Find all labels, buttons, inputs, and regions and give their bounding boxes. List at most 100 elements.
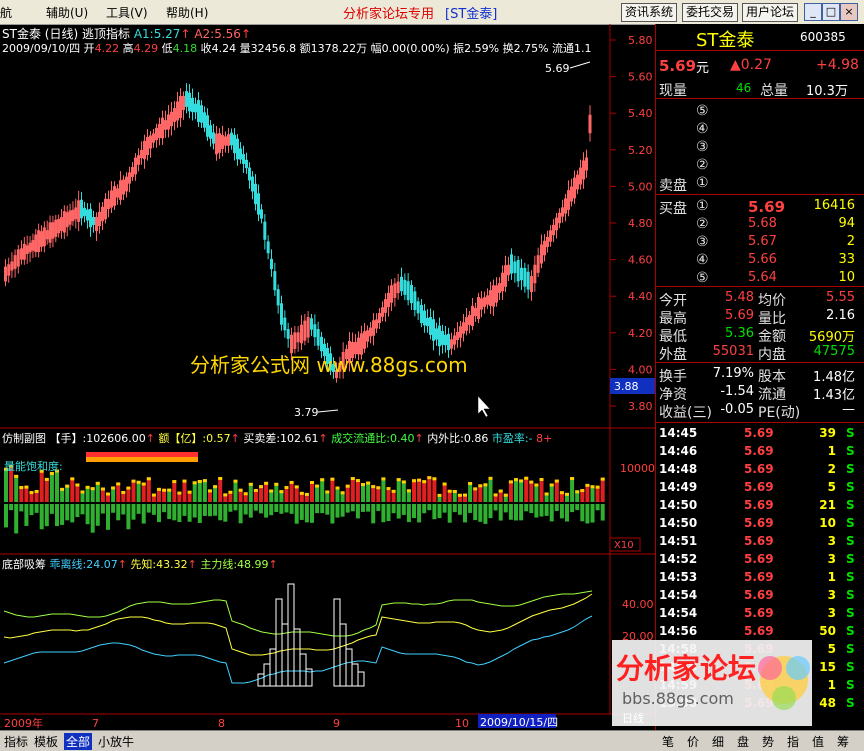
- total-vol-label: 总量: [760, 83, 788, 99]
- candle-body: [273, 271, 277, 291]
- right-tab[interactable]: 指: [787, 733, 799, 750]
- info-close: 收4.24: [200, 42, 237, 55]
- volume-bar-up: [600, 477, 605, 502]
- menu-bar: 航 辅助(U) 工具(V) 帮助(H) 分析家论坛专用 [ST金泰] 资讯系统 …: [0, 0, 864, 25]
- volume-bar-down: [95, 504, 100, 526]
- candle-body: [149, 135, 152, 149]
- candle-body: [555, 217, 558, 231]
- right-tab[interactable]: 盘: [737, 733, 749, 750]
- sub2-box: [357, 671, 365, 687]
- main-a2-arrow: ↑: [240, 27, 251, 41]
- chart-area[interactable]: 5.80 5.60 5.40 5.20 5.00 4.80 4.60 4.40 4.20 4.00…: [0, 24, 655, 730]
- candle-body: [523, 268, 527, 287]
- candle-body: [495, 285, 498, 303]
- volume-bar-cap: [146, 477, 151, 481]
- main-a2-label: A2:5.56: [194, 27, 241, 41]
- sub1-diff: 买卖差:102.61: [243, 432, 319, 445]
- tick-time: 14:52: [659, 552, 698, 566]
- tick-row: 14:50 5.69 10 S: [656, 515, 864, 533]
- volume-bar-cap: [503, 493, 508, 497]
- candle-body: [31, 240, 35, 251]
- menu-item-help[interactable]: 帮助(H): [166, 4, 208, 21]
- tick-row: 14:49 5.69 5 S: [656, 479, 864, 497]
- tab-all[interactable]: 全部: [64, 733, 93, 750]
- tab-xiaofangniu[interactable]: 小放牛: [98, 733, 134, 750]
- volume-bar-up: [417, 478, 422, 502]
- volume-bar-down: [600, 504, 605, 521]
- buy-level-price: 5.64: [748, 270, 777, 285]
- stat2-row: 收益(三) -0.05 PE(动) —: [656, 401, 864, 421]
- xlabel-2: 8: [218, 717, 225, 730]
- volume-bar-down: [361, 504, 365, 512]
- volume-bar-down: [304, 504, 309, 523]
- menu-item-assist[interactable]: 辅助(U): [46, 4, 88, 21]
- sub2-box: [269, 648, 277, 687]
- right-tab[interactable]: 值: [812, 733, 824, 750]
- tab-template[interactable]: 模板: [34, 733, 58, 750]
- tick-time: 14:50: [659, 498, 698, 512]
- right-tab[interactable]: 势: [762, 733, 774, 750]
- volume-bar-down: [126, 504, 131, 530]
- volume-bar-down: [177, 504, 182, 522]
- volume-bar-down: [534, 504, 539, 518]
- right-tab[interactable]: 价: [687, 733, 699, 750]
- candle-body: [293, 332, 297, 349]
- volume-bar-cap: [24, 485, 29, 489]
- menu-item-0[interactable]: 航: [0, 4, 12, 21]
- candle-body: [363, 331, 366, 349]
- right-tab[interactable]: 笔: [662, 733, 674, 750]
- volume-bar-down: [269, 504, 274, 516]
- candle-body: [561, 207, 564, 217]
- sep: [656, 194, 864, 195]
- volume-bar-up: [350, 477, 355, 502]
- candle-body: [533, 264, 537, 284]
- candle-body: [179, 96, 182, 118]
- tick-side: S: [846, 642, 855, 656]
- candle-body: [546, 236, 549, 248]
- close-icon[interactable]: ×: [840, 3, 858, 21]
- volume-bar-cap: [197, 479, 202, 483]
- buy-level-index: ④: [696, 252, 709, 268]
- volume-bar-cap: [151, 493, 156, 497]
- candle-body: [16, 249, 20, 267]
- candle-body: [131, 167, 134, 177]
- candle-body: [7, 264, 11, 276]
- forum-button[interactable]: 用户论坛: [742, 3, 799, 22]
- menu-item-tools[interactable]: 工具(V): [106, 4, 148, 21]
- info-system-button[interactable]: 资讯系统: [621, 3, 678, 22]
- volume-bar-down: [274, 504, 279, 512]
- volume-bar-down: [539, 504, 544, 517]
- volume-bar-cap: [95, 481, 100, 485]
- volume-bar-down: [44, 504, 49, 527]
- right-tab[interactable]: 细: [712, 733, 724, 750]
- tab-indicator[interactable]: 指标: [4, 733, 28, 750]
- volume-bar-down: [34, 504, 39, 513]
- maximize-icon[interactable]: □: [822, 3, 840, 21]
- quote-header: ST金泰 600385: [656, 26, 864, 51]
- trade-button[interactable]: 委托交易: [682, 3, 739, 22]
- volume-bar-cap: [483, 483, 488, 487]
- sep: [656, 422, 864, 423]
- candle-body: [552, 224, 555, 236]
- volume-bar-down: [146, 504, 151, 513]
- tick-time: 14:54: [659, 588, 698, 602]
- xlabel-1: 7: [92, 717, 99, 730]
- candle-body: [89, 208, 92, 228]
- tick-vol: 10: [819, 516, 836, 530]
- volume-bar-cap: [386, 487, 391, 491]
- tick-row: 14:56 5.69 50 S: [656, 623, 864, 641]
- right-tab[interactable]: 筹: [837, 733, 849, 750]
- minimize-icon[interactable]: _: [804, 3, 822, 21]
- volume-bar-down: [381, 504, 386, 523]
- volume-bar-down: [116, 504, 121, 521]
- stock-tag: [ST金泰]: [445, 7, 498, 22]
- watermark: 分析家公式网 www.88gs.com: [190, 353, 468, 377]
- sub1-hand: 【手】:102606.00: [49, 432, 146, 445]
- sell-label: 卖盘: [659, 178, 687, 194]
- candle-body: [86, 209, 89, 221]
- candle-body: [280, 303, 283, 325]
- volume-bar-up: [95, 481, 100, 502]
- volume-bar-down: [422, 504, 427, 514]
- volume-bar-down: [335, 504, 340, 518]
- volume-bar-down: [49, 504, 54, 514]
